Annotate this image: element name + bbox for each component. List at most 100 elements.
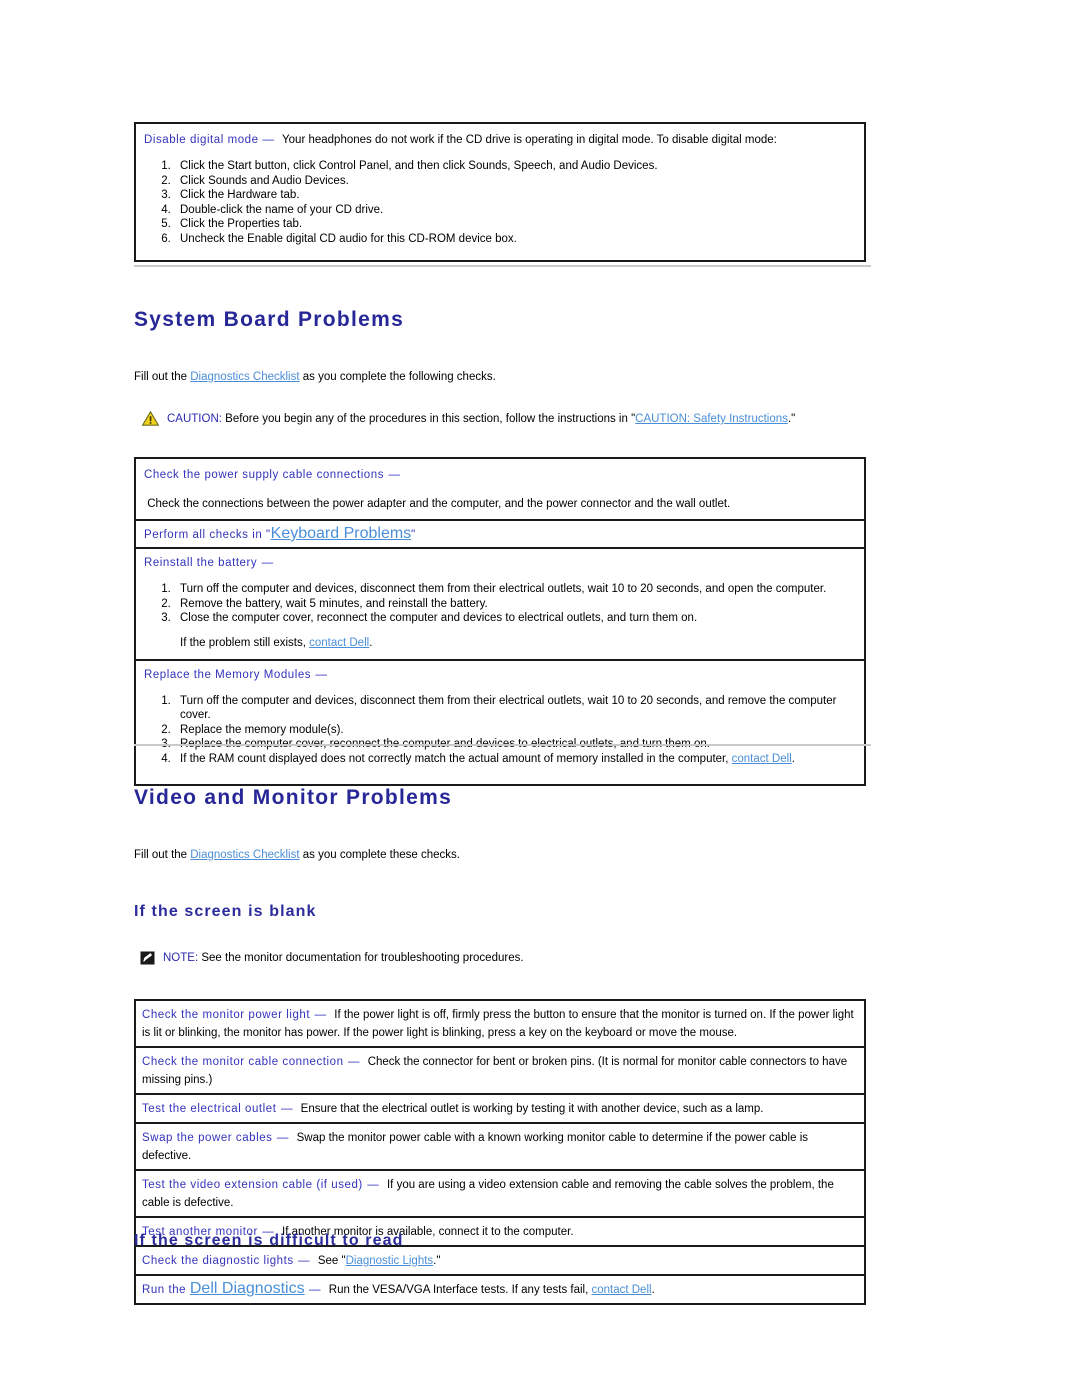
list-item: Click Sounds and Audio Devices. xyxy=(174,174,856,189)
table-row: Reinstall the battery — Turn off the com… xyxy=(136,549,864,661)
row-body-span: Check the connections between the power … xyxy=(147,498,731,510)
document-page: Disable digital mode — Your headphones d… xyxy=(0,0,1080,1397)
em-dash-glyph: — xyxy=(276,1132,289,1144)
table-row: Check the monitor cable connection — Che… xyxy=(136,1048,864,1095)
fillout-line-system-board: Fill out the Diagnostics Checklist as yo… xyxy=(134,370,496,385)
last-step-suffix: . xyxy=(791,752,795,765)
list-item: If the RAM count displayed does not corr… xyxy=(174,752,856,767)
subheading-screen-difficult-to-read: If the screen is difficult to read xyxy=(134,1232,404,1249)
row-lead-label: Replace the Memory Modules xyxy=(144,668,312,681)
section-divider xyxy=(134,265,871,267)
note-pencil-icon xyxy=(140,951,155,965)
em-dash-glyph: — xyxy=(388,469,401,481)
note-admonition: NOTE: See the monitor documentation for … xyxy=(140,950,860,966)
row-lead-label: Check the power supply cable connections xyxy=(144,469,384,481)
list-item: Double-click the name of your CD drive. xyxy=(174,203,856,218)
fillout-prefix: Fill out the xyxy=(134,849,191,861)
list-item: Click the Start button, click Control Pa… xyxy=(174,159,856,174)
keyboard-problems-link[interactable]: Keyboard Problems xyxy=(271,525,412,542)
row-lead-label: Test the video extension cable (if used) xyxy=(142,1179,363,1191)
row-body-prefix: See " xyxy=(317,1255,346,1267)
table-row: Test the electrical outlet — Ensure that… xyxy=(136,1095,864,1124)
note-body: See the monitor documentation for troubl… xyxy=(198,952,524,964)
row-body-text: Your headphones do not work if the CD dr… xyxy=(279,134,777,146)
diagnostics-checklist-link[interactable]: Diagnostics Checklist xyxy=(190,849,299,861)
list-item: Turn off the computer and devices, disco… xyxy=(174,694,856,723)
last-step-prefix: If the RAM count displayed does not corr… xyxy=(180,752,732,765)
row-body-text: Ensure that the electrical outlet is wor… xyxy=(297,1103,764,1115)
video-monitor-checks-table: Check the monitor power light — If the p… xyxy=(134,999,866,1305)
list-item: Click the Properties tab. xyxy=(174,217,856,232)
caution-text: CAUTION: Before you begin any of the pro… xyxy=(167,411,795,427)
caution-text-suffix: ." xyxy=(787,413,796,425)
row-body-prefix: Run the VESA/VGA Interface tests. If any… xyxy=(328,1284,592,1296)
fillout-suffix: as you complete the following checks. xyxy=(299,371,496,383)
step-list: Click the Start button, click Control Pa… xyxy=(144,159,856,246)
row-footer-text: If the problem still exists, contact Del… xyxy=(180,637,856,649)
contact-dell-link[interactable]: contact Dell xyxy=(591,1284,651,1296)
em-dash-glyph: — xyxy=(280,1103,293,1115)
contact-dell-link[interactable]: contact Dell xyxy=(309,637,369,649)
row-lead-label: Check the monitor power light xyxy=(142,1009,311,1021)
page-title-system-board: System Board Problems xyxy=(134,308,405,331)
em-dash-glyph: — xyxy=(309,1284,322,1296)
system-board-checks-table: Check the power supply cable connections… xyxy=(134,457,866,786)
fillout-suffix: as you complete these checks. xyxy=(299,849,460,861)
list-item: Close the computer cover, reconnect the … xyxy=(174,611,856,626)
em-dash-glyph: — xyxy=(314,1009,327,1021)
table-row: Replace the Memory Modules — Turn off th… xyxy=(136,661,864,785)
page-title-video-monitor: Video and Monitor Problems xyxy=(134,786,453,809)
row-lead-label: Check the diagnostic lights xyxy=(142,1255,294,1267)
dell-diagnostics-link[interactable]: Dell Diagnostics xyxy=(190,1280,305,1297)
table-row: Test the video extension cable (if used)… xyxy=(136,1171,864,1218)
list-item: Click the Hardware tab. xyxy=(174,188,856,203)
em-dash-glyph: — xyxy=(367,1179,380,1191)
row-lead-label: Swap the power cables xyxy=(142,1132,273,1144)
row-body-text: Run the VESA/VGA Interface tests. If any… xyxy=(326,1284,655,1296)
fillout-line-video-monitor: Fill out the Diagnostics Checklist as yo… xyxy=(134,848,460,863)
em-dash-glyph: — xyxy=(347,1056,361,1068)
subheading-screen-blank: If the screen is blank xyxy=(134,903,317,920)
caution-label: CAUTION: xyxy=(167,413,222,425)
table-row: Swap the power cables — Swap the monitor… xyxy=(136,1124,864,1171)
row-footer-suffix: . xyxy=(369,636,373,649)
row-body-suffix: . xyxy=(651,1284,655,1296)
row-lead-label: Check the monitor cable connection xyxy=(142,1056,344,1068)
contact-dell-link[interactable]: contact Dell xyxy=(732,753,792,765)
fillout-prefix: Fill out the xyxy=(134,371,191,383)
em-dash-glyph: — xyxy=(262,134,275,146)
list-item: Replace the memory module(s). xyxy=(174,723,856,738)
em-dash-glyph: — xyxy=(298,1255,311,1267)
row-body-span: Ensure that the electrical outlet is wor… xyxy=(300,1103,764,1115)
diagnostic-lights-link[interactable]: Diagnostic Lights xyxy=(346,1255,434,1267)
section-divider xyxy=(134,744,871,746)
table-row: Check the diagnostic lights — See "Diagn… xyxy=(136,1247,864,1276)
safety-instructions-link[interactable]: CAUTION: Safety Instructions xyxy=(635,413,788,425)
row-lead-prefix: Perform all checks in " xyxy=(144,529,271,541)
caution-triangle-icon xyxy=(142,411,159,426)
row-body-text: See "Diagnostic Lights." xyxy=(315,1255,441,1267)
row-body-span: Your headphones do not work if the CD dr… xyxy=(282,134,777,146)
caution-text-prefix: Before you begin any of the procedures i… xyxy=(221,413,636,425)
em-dash-glyph: — xyxy=(315,668,328,681)
row-lead-suffix: " xyxy=(411,529,416,541)
list-item: Remove the battery, wait 5 minutes, and … xyxy=(174,597,856,612)
diagnostics-checklist-link[interactable]: Diagnostics Checklist xyxy=(190,371,299,383)
table-row: Disable digital mode — Your headphones d… xyxy=(136,124,864,260)
note-text: NOTE: See the monitor documentation for … xyxy=(163,950,524,966)
row-lead-label: Test the electrical outlet xyxy=(142,1103,277,1115)
row-lead-prefix: Run the xyxy=(142,1284,190,1296)
list-item: Uncheck the Enable digital CD audio for … xyxy=(174,232,856,247)
caution-admonition: CAUTION: Before you begin any of the pro… xyxy=(142,411,862,427)
row-lead-label: Reinstall the battery xyxy=(144,557,258,569)
list-item: Turn off the computer and devices, disco… xyxy=(174,582,856,597)
table-row: Perform all checks in "Keyboard Problems… xyxy=(136,521,864,549)
disable-digital-mode-box: Disable digital mode — Your headphones d… xyxy=(134,122,866,262)
row-footer-prefix: If the problem still exists, xyxy=(180,636,310,649)
table-row: Check the monitor power light — If the p… xyxy=(136,1001,864,1048)
row-lead-label: Disable digital mode xyxy=(144,134,259,146)
note-label: NOTE: xyxy=(163,952,199,964)
row-body-suffix: ." xyxy=(433,1255,441,1267)
row-body-text: Check the connections between the power … xyxy=(144,497,856,512)
table-row: Check the power supply cable connections… xyxy=(136,459,864,521)
